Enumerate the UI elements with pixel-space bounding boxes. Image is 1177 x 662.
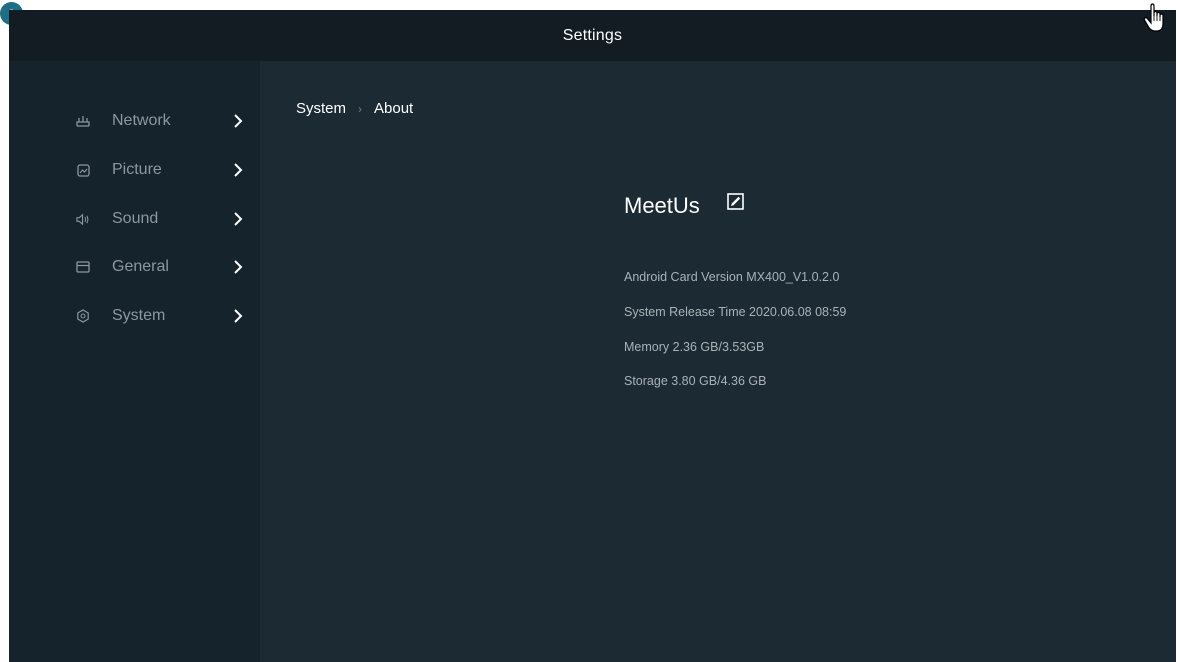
sidebar-item-system[interactable]: System <box>9 296 260 336</box>
sidebar-item-label: Network <box>112 112 171 129</box>
general-icon <box>76 260 90 274</box>
sidebar-item-sound[interactable]: Sound <box>9 199 260 239</box>
breadcrumb-separator: › <box>358 101 363 116</box>
about-panel: System › About MeetUs Android Card Versi… <box>260 61 1176 662</box>
sidebar-item-label: General <box>112 258 169 275</box>
sidebar-item-picture[interactable]: Picture <box>9 150 260 190</box>
system-icon <box>76 309 90 323</box>
system-release-time: System Release Time 2020.06.08 08:59 <box>624 305 847 319</box>
page-title: Settings <box>562 26 623 44</box>
chevron-right-icon <box>234 260 243 274</box>
sidebar-item-label: Sound <box>112 210 159 227</box>
breadcrumb-system[interactable]: System <box>296 100 346 117</box>
android-card-version: Android Card Version MX400_V1.0.2.0 <box>624 270 840 284</box>
sidebar-item-network[interactable]: Network <box>9 101 260 141</box>
settings-screen: Settings Network Picture Sound General S… <box>9 10 1176 662</box>
title-bar: Settings <box>9 10 1176 61</box>
chevron-right-icon <box>234 163 243 177</box>
network-icon <box>76 114 90 128</box>
chevron-right-icon <box>234 114 243 128</box>
breadcrumb-about: About <box>374 100 414 117</box>
device-name: MeetUs <box>624 193 700 218</box>
memory-info: Memory 2.36 GB/3.53GB <box>624 340 765 354</box>
sidebar: Network Picture Sound General System <box>9 61 260 662</box>
sidebar-item-label: Picture <box>112 161 162 178</box>
chevron-right-icon <box>234 309 243 323</box>
storage-info: Storage 3.80 GB/4.36 GB <box>624 374 767 388</box>
breadcrumb: System › About <box>296 100 413 117</box>
hand-cursor-icon <box>1143 3 1164 32</box>
sidebar-item-general[interactable]: General <box>9 247 260 287</box>
sidebar-item-label: System <box>112 307 166 324</box>
picture-icon <box>76 163 90 177</box>
sound-icon <box>76 212 90 226</box>
edit-icon[interactable] <box>727 193 744 210</box>
chevron-right-icon <box>234 212 243 226</box>
